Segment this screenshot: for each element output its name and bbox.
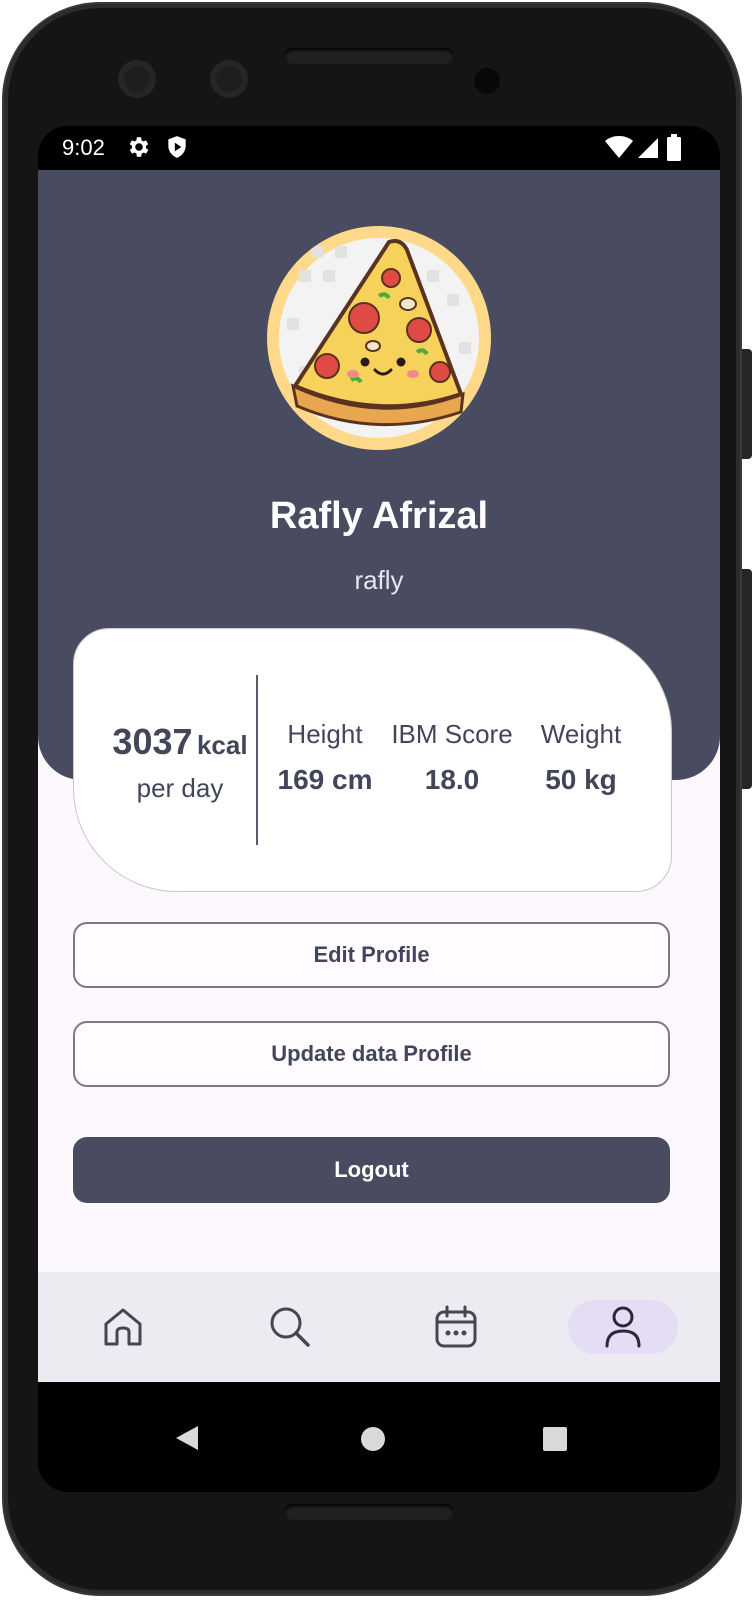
screen: 9:02 Rafly Afrizal rafly 3037 kcal per d…: [38, 126, 720, 1492]
profile-username: rafly: [354, 565, 404, 595]
wifi-icon: [605, 136, 633, 158]
nav-item-home[interactable]: [38, 1272, 208, 1382]
recents-icon[interactable]: [542, 1426, 568, 1452]
stat-ibm-score: IBM Score 18.0: [387, 719, 517, 796]
phone-frame: 9:02 Rafly Afrizal rafly 3037 kcal per d…: [4, 4, 752, 1594]
shield-play-icon: [168, 136, 186, 158]
update-data-profile-button[interactable]: Update data Profile: [73, 1021, 670, 1087]
edit-profile-button[interactable]: Edit Profile: [73, 922, 670, 988]
bottom-navigation: [38, 1272, 720, 1382]
logout-button[interactable]: Logout: [73, 1137, 670, 1203]
back-icon[interactable]: [174, 1424, 200, 1452]
home-icon: [104, 1308, 142, 1346]
profile-icon: [605, 1306, 641, 1348]
nav-item-profile[interactable]: [538, 1272, 708, 1382]
stat-weight: Weight 50 kg: [526, 719, 636, 796]
front-camera: [118, 60, 156, 98]
stat-value: 169 cm: [277, 764, 373, 795]
top-speaker: [284, 48, 454, 64]
status-bar: 9:02: [38, 126, 720, 170]
stat-height: Height 169 cm: [270, 719, 380, 796]
avatar: [267, 226, 491, 450]
bottom-speaker: [284, 1504, 454, 1520]
system-navigation-bar: [38, 1382, 720, 1492]
profile-screen: Rafly Afrizal rafly 3037 kcal per day He…: [38, 170, 720, 1411]
stat-value: 50 kg: [545, 764, 617, 795]
battery-icon: [667, 134, 681, 161]
stats-divider: [256, 675, 258, 845]
power-button: [742, 349, 752, 459]
nav-item-calendar[interactable]: [371, 1272, 541, 1382]
stat-value: 18.0: [424, 764, 480, 795]
gear-icon: [129, 137, 149, 157]
search-icon: [270, 1307, 310, 1347]
calories-sub: per day: [136, 773, 224, 803]
nav-item-search[interactable]: [205, 1272, 375, 1382]
profile-name: Rafly Afrizal: [269, 495, 489, 537]
stat-label: Height: [287, 719, 363, 749]
volume-button: [742, 569, 752, 789]
home-circle-icon[interactable]: [360, 1426, 386, 1452]
calendar-icon: [435, 1305, 477, 1348]
calories-block: 3037 kcal per day: [99, 721, 261, 804]
signal-icon: [638, 138, 658, 158]
stats-card: 3037 kcal per day Height 169 cm IBM Scor…: [73, 628, 672, 892]
calories-unit: kcal: [196, 730, 248, 760]
proximity-sensor: [474, 68, 500, 94]
calories-value: 3037: [112, 721, 193, 762]
stat-label: IBM Score: [391, 719, 513, 749]
stat-label: Weight: [540, 719, 622, 749]
pizza-slice-avatar: [279, 238, 479, 438]
status-time: 9:02: [62, 135, 105, 160]
front-camera-2: [210, 60, 248, 98]
